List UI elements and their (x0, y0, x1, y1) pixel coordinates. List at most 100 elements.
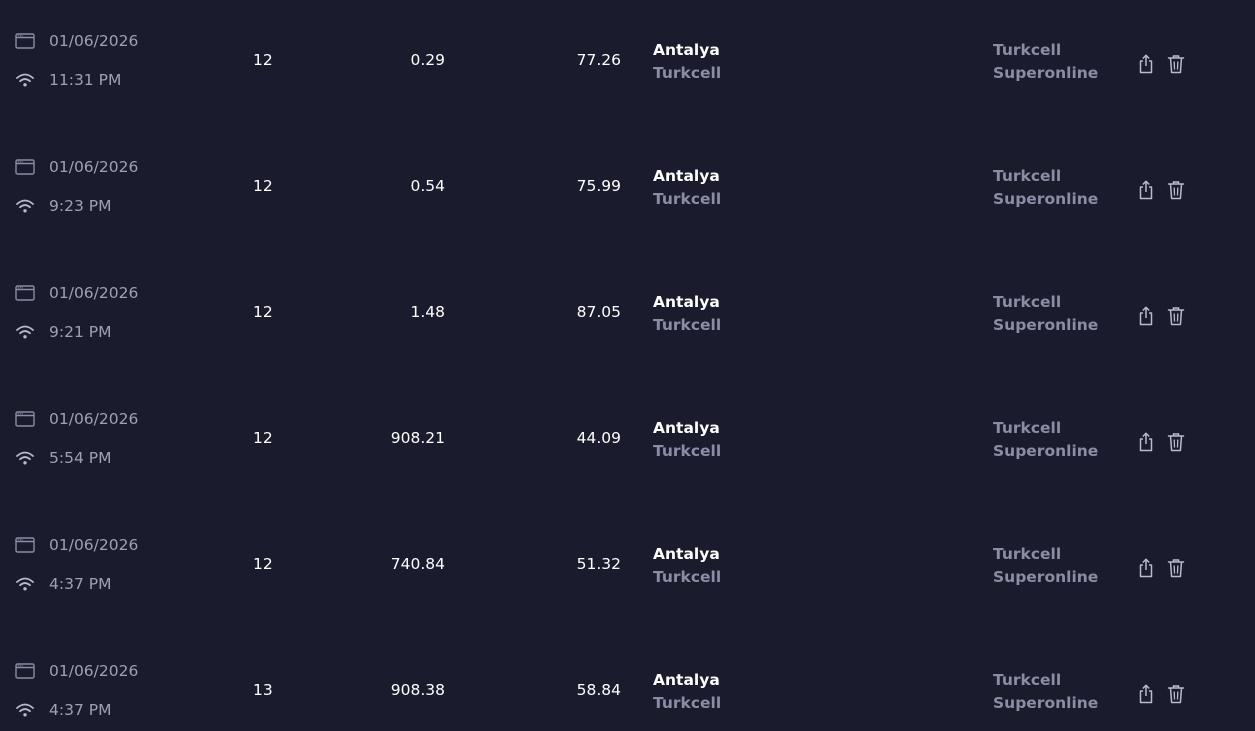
result-time-text: 5:54 PM (49, 449, 112, 467)
wifi-icon (14, 574, 36, 594)
upload-value: 87.05 (576, 303, 621, 321)
result-date-text: 01/06/2026 (49, 284, 139, 302)
wifi-icon (14, 70, 36, 90)
result-time: 4:37 PM (14, 700, 111, 720)
provider-info: Turkcell Superonline (993, 291, 1098, 337)
browser-window-icon (14, 283, 36, 303)
trash-icon[interactable] (1166, 53, 1186, 75)
row-actions (1136, 53, 1186, 75)
wifi-icon (14, 322, 36, 342)
row-actions (1136, 683, 1186, 705)
download-value: 0.29 (410, 51, 445, 69)
provider-name-line2: Superonline (993, 316, 1099, 334)
server-sponsor: Turkcell (653, 694, 722, 712)
upload-value: 44.09 (576, 429, 621, 447)
result-time-text: 4:37 PM (49, 701, 112, 719)
provider-name-line2: Superonline (993, 190, 1099, 208)
table-row: 01/06/2026 4:37 PM 13 908.38 58.84 Antal… (0, 641, 1255, 731)
browser-window-icon (14, 535, 36, 555)
server-info: Antalya Turkcell (653, 291, 721, 337)
server-info: Antalya Turkcell (653, 417, 721, 463)
provider-info: Turkcell Superonline (993, 417, 1098, 463)
row-actions (1136, 557, 1186, 579)
table-row: 01/06/2026 4:37 PM 12 740.84 51.32 Antal… (0, 515, 1255, 641)
provider-name-line1: Turkcell (993, 41, 1062, 59)
row-actions (1136, 179, 1186, 201)
result-time: 9:23 PM (14, 196, 111, 216)
provider-name-line1: Turkcell (993, 293, 1062, 311)
provider-name-line1: Turkcell (993, 671, 1062, 689)
provider-name-line2: Superonline (993, 568, 1099, 586)
server-sponsor: Turkcell (653, 316, 722, 334)
result-time-text: 11:31 PM (49, 71, 122, 89)
provider-name-line2: Superonline (993, 694, 1099, 712)
upload-value: 77.26 (576, 51, 621, 69)
result-date-text: 01/06/2026 (49, 662, 139, 680)
server-sponsor: Turkcell (653, 64, 722, 82)
table-row: 01/06/2026 9:23 PM 12 0.54 75.99 Antalya… (0, 137, 1255, 263)
ping-value: 12 (253, 51, 273, 69)
result-date: 01/06/2026 (14, 535, 138, 555)
result-time-text: 4:37 PM (49, 575, 112, 593)
browser-window-icon (14, 409, 36, 429)
trash-icon[interactable] (1166, 557, 1186, 579)
provider-name-line2: Superonline (993, 64, 1099, 82)
table-row: 01/06/2026 11:31 PM 12 0.29 77.26 Antaly… (0, 11, 1255, 137)
server-sponsor: Turkcell (653, 442, 722, 460)
ping-value: 13 (253, 681, 273, 699)
server-info: Antalya Turkcell (653, 165, 721, 211)
result-date-text: 01/06/2026 (49, 410, 139, 428)
result-time: 4:37 PM (14, 574, 111, 594)
server-city: Antalya (653, 419, 720, 437)
trash-icon[interactable] (1166, 305, 1186, 327)
share-icon[interactable] (1136, 53, 1156, 75)
ping-value: 12 (253, 177, 273, 195)
result-time: 9:21 PM (14, 322, 111, 342)
result-time-text: 9:23 PM (49, 197, 112, 215)
share-icon[interactable] (1136, 431, 1156, 453)
result-date: 01/06/2026 (14, 31, 138, 51)
share-icon[interactable] (1136, 305, 1156, 327)
result-date: 01/06/2026 (14, 283, 138, 303)
row-actions (1136, 431, 1186, 453)
table-row: 01/06/2026 5:54 PM 12 908.21 44.09 Antal… (0, 389, 1255, 515)
provider-info: Turkcell Superonline (993, 39, 1098, 85)
ping-value: 12 (253, 429, 273, 447)
share-icon[interactable] (1136, 557, 1156, 579)
result-date: 01/06/2026 (14, 661, 138, 681)
server-info: Antalya Turkcell (653, 669, 721, 715)
trash-icon[interactable] (1166, 683, 1186, 705)
upload-value: 58.84 (576, 681, 621, 699)
trash-icon[interactable] (1166, 431, 1186, 453)
provider-name-line1: Turkcell (993, 545, 1062, 563)
upload-value: 75.99 (576, 177, 621, 195)
provider-info: Turkcell Superonline (993, 165, 1098, 211)
download-value: 908.21 (390, 429, 445, 447)
provider-info: Turkcell Superonline (993, 543, 1098, 589)
result-date: 01/06/2026 (14, 409, 138, 429)
trash-icon[interactable] (1166, 179, 1186, 201)
wifi-icon (14, 700, 36, 720)
result-date-text: 01/06/2026 (49, 536, 139, 554)
download-value: 740.84 (390, 555, 445, 573)
upload-value: 51.32 (576, 555, 621, 573)
provider-name-line2: Superonline (993, 442, 1099, 460)
result-date-text: 01/06/2026 (49, 158, 139, 176)
provider-name-line1: Turkcell (993, 419, 1062, 437)
server-city: Antalya (653, 41, 720, 59)
result-time: 11:31 PM (14, 70, 121, 90)
wifi-icon (14, 448, 36, 468)
server-info: Antalya Turkcell (653, 543, 721, 589)
server-sponsor: Turkcell (653, 568, 722, 586)
browser-window-icon (14, 661, 36, 681)
wifi-icon (14, 196, 36, 216)
row-actions (1136, 305, 1186, 327)
results-table: 01/06/2026 11:31 PM 12 0.29 77.26 Antaly… (0, 0, 1255, 731)
ping-value: 12 (253, 555, 273, 573)
browser-window-icon (14, 31, 36, 51)
download-value: 0.54 (410, 177, 445, 195)
table-row: 01/06/2026 9:21 PM 12 1.48 87.05 Antalya… (0, 263, 1255, 389)
share-icon[interactable] (1136, 683, 1156, 705)
share-icon[interactable] (1136, 179, 1156, 201)
server-city: Antalya (653, 167, 720, 185)
